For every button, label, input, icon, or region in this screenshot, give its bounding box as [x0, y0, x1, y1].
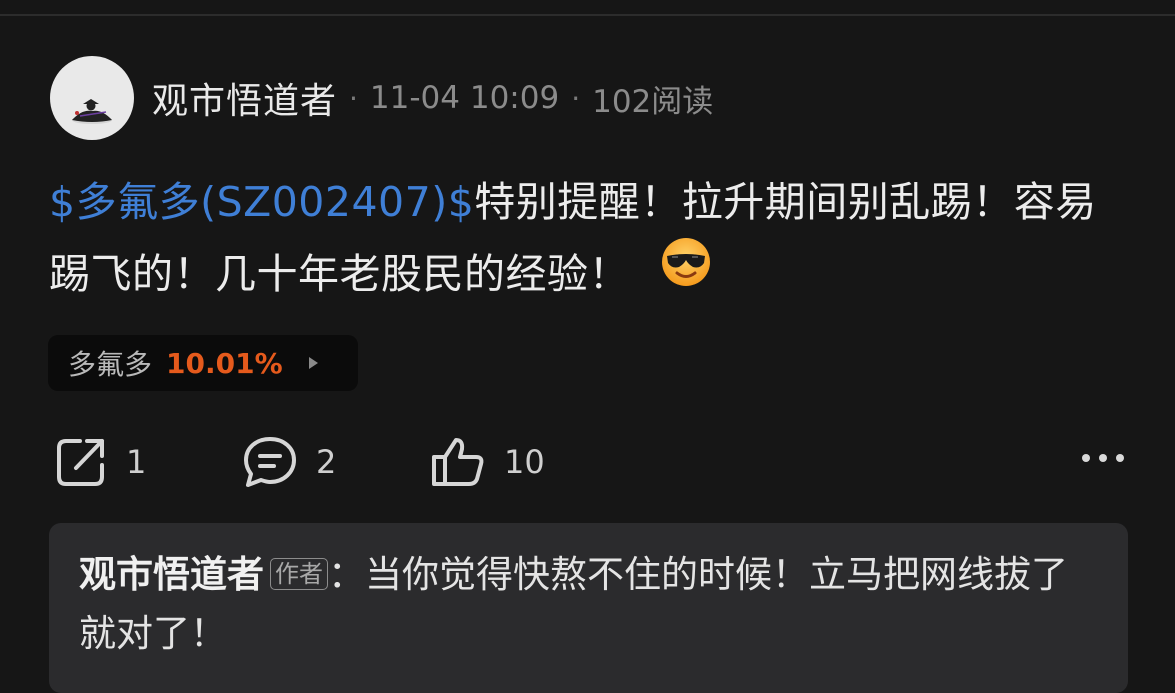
- more-options-icon[interactable]: [1082, 454, 1124, 462]
- share-button[interactable]: 1: [54, 434, 146, 490]
- share-icon: [57, 439, 104, 486]
- reply-card[interactable]: 观市悟道者 作者 ：当你觉得快熬不住的时候！立马把网线拔了就对了！: [49, 523, 1128, 693]
- post-time: 11-04 10:09: [369, 80, 560, 116]
- cool-sunglasses-emoji-icon: [660, 236, 712, 310]
- top-divider: [0, 14, 1175, 16]
- meta-separator: ·: [349, 81, 358, 115]
- post-content: $多氟多(SZ002407)$特别提醒！拉升期间别乱踢！容易踢飞的！几十年老股民…: [49, 166, 1129, 310]
- comment-count: 2: [316, 443, 337, 481]
- like-button[interactable]: 10: [430, 434, 545, 490]
- post-header: 观市悟道者 · 11-04 10:09 · 102阅读: [50, 56, 713, 140]
- thumbs-up-icon: [432, 438, 484, 486]
- reply-author[interactable]: 观市悟道者: [79, 553, 264, 596]
- action-bar: 1 2 10: [54, 434, 1124, 490]
- avatar[interactable]: [50, 56, 134, 140]
- stock-tag-name: 多氟多: [68, 348, 153, 381]
- reply-text-block: 观市悟道者 作者 ：当你觉得快熬不住的时候！立马把网线拔了就对了！: [79, 545, 1098, 663]
- stock-tag[interactable]: 多氟多 10.01%: [48, 335, 358, 391]
- meta-separator: ·: [571, 81, 581, 115]
- author-badge: 作者: [270, 558, 328, 590]
- comment-icon: [244, 437, 296, 487]
- like-count: 10: [504, 443, 545, 481]
- avatar-figure-icon: [72, 99, 112, 124]
- share-count: 1: [126, 443, 147, 481]
- author-name[interactable]: 观市悟道者: [152, 72, 337, 124]
- comment-button[interactable]: 2: [242, 434, 336, 490]
- chevron-right-icon: [308, 357, 318, 369]
- stock-tag-change: 10.01%: [166, 346, 283, 380]
- reply-colon: ：: [328, 553, 365, 596]
- view-count: 102阅读: [592, 83, 714, 120]
- stock-link[interactable]: $多氟多(SZ002407)$: [49, 178, 474, 226]
